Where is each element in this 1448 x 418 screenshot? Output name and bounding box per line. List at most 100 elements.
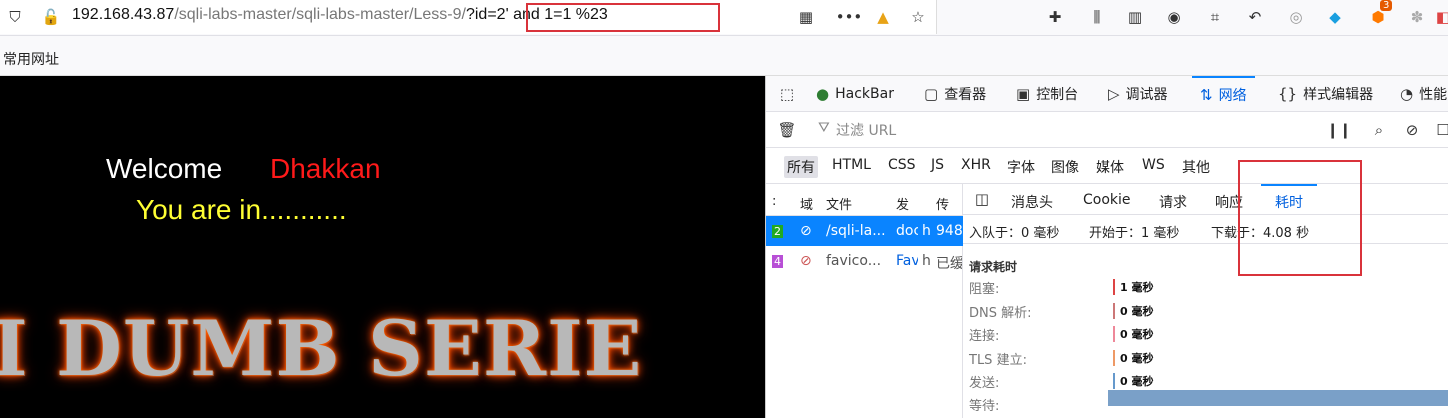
type-other[interactable]: 其他 — [1182, 157, 1210, 177]
tab-performance[interactable]: ◔ 性能 — [1400, 76, 1447, 112]
tab-label: 调试器 — [1125, 87, 1168, 103]
hackbar-icon: ● — [816, 85, 830, 103]
qr-code-icon[interactable]: ▦ — [793, 4, 819, 30]
type-css[interactable]: CSS — [888, 157, 916, 173]
tab-console[interactable]: ▣ 控制台 — [1016, 76, 1078, 112]
debugger-icon: ▷ — [1108, 85, 1120, 103]
toolbar: ⛉ 🔓 192.168.43.87/sqli-labs-master/sqli-… — [0, 0, 1448, 36]
file-name: favico... — [826, 253, 882, 269]
network-toolbar: 🗑 ⛛ 过滤 URL ❙❙ ⌕ ⊘ ☐ — [766, 112, 1448, 148]
size: 948 — [936, 223, 962, 239]
console-icon: ▣ — [1016, 85, 1031, 103]
request-details: ◫ 消息头 Cookie 请求 响应 耗时 入队于：0 毫秒 开始于：1 毫秒 … — [963, 184, 1448, 418]
insecure-lock-icon[interactable]: 🔓 — [38, 4, 64, 30]
type-images[interactable]: 图像 — [1051, 157, 1079, 177]
col-file[interactable]: 文件 — [826, 194, 852, 213]
type-ws[interactable]: WS — [1142, 157, 1165, 173]
red-ext-icon[interactable]: ◧ — [1430, 4, 1448, 30]
status-text: You are in........... — [136, 194, 347, 225]
name-text: Dhakkan — [270, 153, 381, 184]
bookmark-item[interactable]: 常用网址 — [3, 49, 59, 69]
timing-label: 等待: — [969, 399, 1000, 414]
block-icon[interactable]: ⊘ — [1399, 117, 1425, 143]
picker-icon[interactable]: ⬚ — [774, 81, 800, 107]
bug-icon[interactable]: ✽ — [1404, 4, 1430, 30]
timings-title: 请求耗时 — [969, 260, 1018, 274]
status-badge: 4 — [772, 255, 783, 268]
timing-label: 发送: — [969, 376, 1000, 391]
timing-value: 1 毫秒 — [1113, 279, 1153, 295]
settings-icon[interactable]: ☐ — [1430, 117, 1448, 143]
list-header: : 域 文件 发 传 — [766, 184, 963, 216]
col-transferred[interactable]: 传 — [936, 194, 949, 213]
library-icon[interactable]: ⫼ — [1084, 4, 1110, 30]
filter-input[interactable]: 过滤 URL — [836, 120, 896, 140]
table-row[interactable]: 2 ⊘ /sqli-la... doc h 948 — [766, 216, 963, 246]
col-status[interactable]: : — [772, 194, 776, 209]
search-icon[interactable]: ⌕ — [1366, 117, 1392, 143]
domain-icon: ⊘ — [800, 223, 812, 239]
col-domain[interactable]: 域 — [800, 194, 813, 213]
url-field[interactable]: ⛉ 🔓 192.168.43.87/sqli-labs-master/sqli-… — [0, 0, 937, 34]
cube-icon[interactable]: ◆ — [1322, 4, 1348, 30]
account-icon[interactable]: ◉ — [1161, 4, 1187, 30]
timing-value: 0 毫秒 — [1113, 373, 1153, 389]
wait-bar — [1108, 390, 1448, 406]
initiator: doc — [896, 223, 918, 239]
circle-icon[interactable]: ◎ — [1283, 4, 1309, 30]
web-page: Welcome Dhakkan You are in........... I … — [0, 76, 765, 418]
tab-debugger[interactable]: ▷ 调试器 — [1108, 76, 1168, 112]
crop-icon[interactable]: ⌗ — [1202, 4, 1228, 30]
highlight-box — [1238, 160, 1362, 276]
tab-cookies[interactable]: Cookie — [1083, 192, 1131, 208]
type-fonts[interactable]: 字体 — [1007, 157, 1035, 177]
timing-value: 0 毫秒 — [1113, 303, 1153, 319]
braces-icon: {} — [1278, 85, 1298, 103]
col-initiator[interactable]: 发 — [896, 194, 909, 213]
inspector-icon: ▢ — [924, 85, 939, 103]
pause-icon[interactable]: ❙❙ — [1326, 117, 1352, 143]
tab-headers[interactable]: 消息头 — [1011, 192, 1053, 212]
type-media[interactable]: 媒体 — [1096, 157, 1124, 177]
gauge-icon: ◔ — [1400, 85, 1414, 103]
tab-label: HackBar — [835, 86, 894, 102]
welcome-text: Welcome — [106, 153, 223, 184]
type-xhr[interactable]: XHR — [961, 157, 991, 173]
timing-label: TLS 建立: — [969, 353, 1027, 368]
more-icon[interactable]: ••• — [836, 4, 863, 30]
tab-inspector[interactable]: ▢ 查看器 — [924, 76, 986, 112]
tab-hackbar[interactable]: ● HackBar — [816, 76, 894, 112]
puzzle-icon[interactable]: ✚ — [1042, 4, 1068, 30]
table-row[interactable]: 4 ⊘ favico... Fav h 已缓 — [766, 246, 963, 276]
extension-triangle-icon[interactable]: ▲ — [870, 4, 896, 30]
filter-icon: ⛛ — [818, 120, 830, 136]
tab-network[interactable]: ⇅ 网络 — [1192, 76, 1255, 112]
type: h — [922, 253, 930, 269]
type-html[interactable]: HTML — [832, 157, 871, 173]
trash-icon[interactable]: 🗑 — [774, 117, 800, 143]
timing-label: 连接: — [969, 329, 1000, 344]
type-all[interactable]: 所有 — [784, 156, 818, 178]
star-icon[interactable]: ☆ — [905, 4, 931, 30]
tab-style-editor[interactable]: {} 样式编辑器 — [1278, 76, 1373, 112]
size: 已缓 — [936, 256, 962, 272]
sidebar-icon[interactable]: ▥ — [1122, 4, 1148, 30]
back-icon[interactable]: ↶ — [1242, 4, 1268, 30]
tab-label: 性能 — [1419, 87, 1448, 103]
tab-request[interactable]: 请求 — [1159, 192, 1187, 212]
timing-value: 0 毫秒 — [1113, 326, 1153, 342]
tab-label: 样式编辑器 — [1303, 87, 1374, 103]
shield-icon[interactable]: ⛉ — [2, 4, 28, 30]
timing-value: 0 毫秒 — [1113, 350, 1153, 366]
banner-logo: I DUMB SERIE — [0, 304, 643, 393]
type: h — [922, 223, 930, 239]
toggle-panel-icon[interactable]: ◫ — [969, 186, 995, 212]
devtools-tabs: ⬚ ● HackBar ▢ 查看器 ▣ 控制台 ▷ 调试器 ⇅ 网络 {} 样式编辑器 ◔ 性… — [766, 76, 1448, 112]
initiator: Fav — [896, 253, 918, 269]
timing-summary: 入队于：0 毫秒 开始于：1 毫秒 下载于：4.08 秒 — [963, 214, 1448, 244]
highlight-box — [526, 3, 720, 32]
badge-count: 3 — [1380, 0, 1393, 11]
type-js[interactable]: JS — [931, 157, 944, 173]
file-name: /sqli-la... — [826, 223, 886, 239]
status-badge: 2 — [772, 225, 783, 238]
